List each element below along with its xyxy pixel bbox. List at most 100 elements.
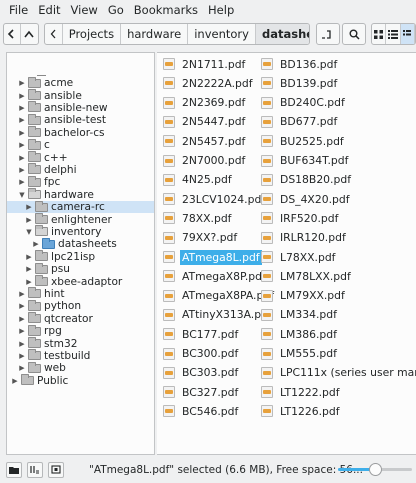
expand-right-icon[interactable]: ▶ — [18, 104, 26, 112]
file-item[interactable]: L78XX.pdf — [261, 248, 338, 266]
tree-item-inventory[interactable]: ▼ inventory — [7, 225, 154, 238]
menu-help[interactable]: Help — [203, 3, 239, 17]
expand-right-icon[interactable]: ▶ — [25, 203, 33, 211]
file-item[interactable]: LT1222.pdf — [261, 383, 342, 401]
file-item[interactable]: 2N2222A.pdf — [163, 74, 255, 92]
tree-item-ansible-test[interactable]: ▶ ansible-test — [7, 113, 154, 126]
file-item[interactable]: BUF634T.pdf — [261, 152, 350, 170]
expand-right-icon[interactable]: ▶ — [25, 265, 33, 273]
file-item[interactable]: BD139.pdf — [261, 74, 339, 92]
details-view-button[interactable] — [400, 24, 415, 44]
file-item[interactable]: ATtinyX313A.pdf — [163, 306, 274, 324]
file-item[interactable]: LM79XX.pdf — [261, 287, 347, 305]
menu-bookmarks[interactable]: Bookmarks — [129, 3, 203, 17]
split-view-button[interactable] — [27, 461, 43, 478]
expand-right-icon[interactable]: ▶ — [25, 278, 33, 286]
breadcrumb-inventory[interactable]: inventory — [188, 24, 256, 44]
file-item[interactable]: DS_4X20.pdf — [261, 190, 352, 208]
expand-right-icon[interactable]: ▶ — [18, 92, 26, 100]
terminal-button[interactable] — [316, 23, 340, 45]
breadcrumb-hardware[interactable]: hardware — [121, 24, 189, 44]
file-item[interactable]: 78XX.pdf — [163, 209, 233, 227]
file-item[interactable]: DS18B20.pdf — [261, 171, 353, 189]
tree-item-ansible[interactable]: ▶ ansible — [7, 89, 154, 102]
tree-item-python[interactable]: ▶ python — [7, 299, 154, 312]
icons-view-button[interactable] — [372, 24, 387, 44]
tree-item-testbuild[interactable]: ▶ testbuild — [7, 349, 154, 362]
file-item[interactable]: IRLR120.pdf — [261, 229, 348, 247]
tree-item-hardware[interactable]: ▼ hardware — [7, 188, 154, 201]
breadcrumb-projects[interactable]: Projects — [63, 24, 122, 44]
file-list[interactable]: 2N1711.pdf 2N2222A.pdf 2N2369.pdf 2N5447.pd… — [157, 52, 416, 455]
file-item[interactable]: 2N7000.pdf — [163, 152, 247, 170]
tree-item-camera-rc[interactable]: ▶ camera-rc — [7, 200, 154, 214]
breadcrumb-datasheets[interactable]: datasheets — [255, 24, 309, 44]
tree-item-ansible-new[interactable]: ▶ ansible-new — [7, 101, 154, 114]
menu-view[interactable]: View — [66, 3, 103, 17]
file-item[interactable]: LT1226.pdf — [261, 402, 342, 420]
tree-item-c-[interactable]: ▶ c++ — [7, 151, 154, 164]
expand-right-icon[interactable]: ▶ — [18, 154, 26, 162]
file-item[interactable]: BC303.pdf — [163, 364, 240, 382]
up-button[interactable] — [21, 24, 38, 44]
file-item[interactable]: ATmegaX8PA.pdf — [163, 287, 276, 305]
tree-item-bachelor-cs[interactable]: ▶ bachelor-cs — [7, 126, 154, 139]
folder-tree[interactable]: ▶ acme ▶ ansible ▶ ansible-new ▶ ansible-test ▶ b… — [6, 52, 155, 455]
file-item[interactable]: ATmega8L.pdf — [163, 248, 262, 266]
places-toggle-button[interactable] — [6, 461, 22, 478]
file-item[interactable]: BU2525.pdf — [261, 132, 346, 150]
tree-item-delphi[interactable]: ▶ delphi — [7, 163, 154, 176]
expand-right-icon[interactable]: ▶ — [18, 352, 26, 360]
file-item[interactable]: BD240C.pdf — [261, 94, 347, 112]
file-item[interactable]: 2N2369.pdf — [163, 94, 247, 112]
tree-item-qtcreator[interactable]: ▶ qtcreator — [7, 312, 154, 325]
file-item[interactable]: 4N25.pdf — [163, 171, 234, 189]
menu-file[interactable]: File — [4, 3, 33, 17]
file-item[interactable]: LPC111x (series user manual).pdf — [261, 364, 416, 382]
expand-right-icon[interactable]: ▶ — [18, 302, 26, 310]
file-item[interactable]: 2N5457.pdf — [163, 132, 247, 150]
file-item[interactable]: BC546.pdf — [163, 402, 240, 420]
file-item[interactable]: BD677.pdf — [261, 113, 339, 131]
zoom-slider[interactable] — [338, 463, 412, 476]
file-item[interactable]: BD136.pdf — [261, 55, 339, 73]
tree-item-rpg[interactable]: ▶ rpg — [7, 324, 154, 337]
expand-down-icon[interactable]: ▼ — [25, 228, 33, 236]
zoom-slider-handle[interactable] — [369, 463, 383, 476]
tree-item-fpc[interactable]: ▶ fpc — [7, 175, 154, 188]
back-button[interactable] — [4, 24, 21, 44]
file-item[interactable]: LM555.pdf — [261, 345, 339, 363]
expand-right-icon[interactable]: ▶ — [18, 178, 26, 186]
tree-item-lpc21isp[interactable]: ▶ lpc21isp — [7, 250, 154, 263]
expand-down-icon[interactable]: ▼ — [18, 191, 26, 199]
expand-right-icon[interactable]: ▶ — [25, 216, 33, 224]
tree-item-datasheets[interactable]: ▶ datasheets — [7, 237, 154, 250]
expand-right-icon[interactable]: ▶ — [18, 116, 26, 124]
tree-item-stm32[interactable]: ▶ stm32 — [7, 337, 154, 350]
file-item[interactable]: BC300.pdf — [163, 345, 240, 363]
expand-right-icon[interactable]: ▶ — [18, 327, 26, 335]
file-item[interactable]: LM386.pdf — [261, 325, 339, 343]
file-item[interactable]: ATmegaX8P.pdf — [163, 267, 268, 285]
expand-right-icon[interactable]: ▶ — [18, 290, 26, 298]
expand-right-icon[interactable]: ▶ — [18, 364, 26, 372]
expand-right-icon[interactable]: ▶ — [18, 141, 26, 149]
expand-right-icon[interactable]: ▶ — [18, 315, 26, 323]
expand-right-icon[interactable]: ▶ — [25, 253, 33, 261]
file-item[interactable]: IRF520.pdf — [261, 209, 340, 227]
expand-right-icon[interactable]: ▶ — [32, 240, 40, 248]
compact-view-button[interactable] — [386, 24, 401, 44]
search-button[interactable] — [342, 23, 366, 45]
file-item[interactable]: 23LCV1024.pdf — [163, 190, 267, 208]
file-item[interactable]: LM334.pdf — [261, 306, 339, 324]
file-item[interactable]: 2N1711.pdf — [163, 55, 247, 73]
file-item[interactable]: 2N5447.pdf — [163, 113, 247, 131]
tree-item-psu[interactable]: ▶ psu — [7, 262, 154, 275]
tree-item-web[interactable]: ▶ web — [7, 361, 154, 374]
file-item[interactable]: 79XX?.pdf — [163, 229, 239, 247]
file-item[interactable]: LM78LXX.pdf — [261, 267, 353, 285]
menu-go[interactable]: Go — [103, 3, 129, 17]
tree-item-hint[interactable]: ▶ hint — [7, 287, 154, 300]
tree-item-acme[interactable]: ▶ acme — [7, 76, 154, 89]
expand-right-icon[interactable]: ▶ — [18, 129, 26, 137]
